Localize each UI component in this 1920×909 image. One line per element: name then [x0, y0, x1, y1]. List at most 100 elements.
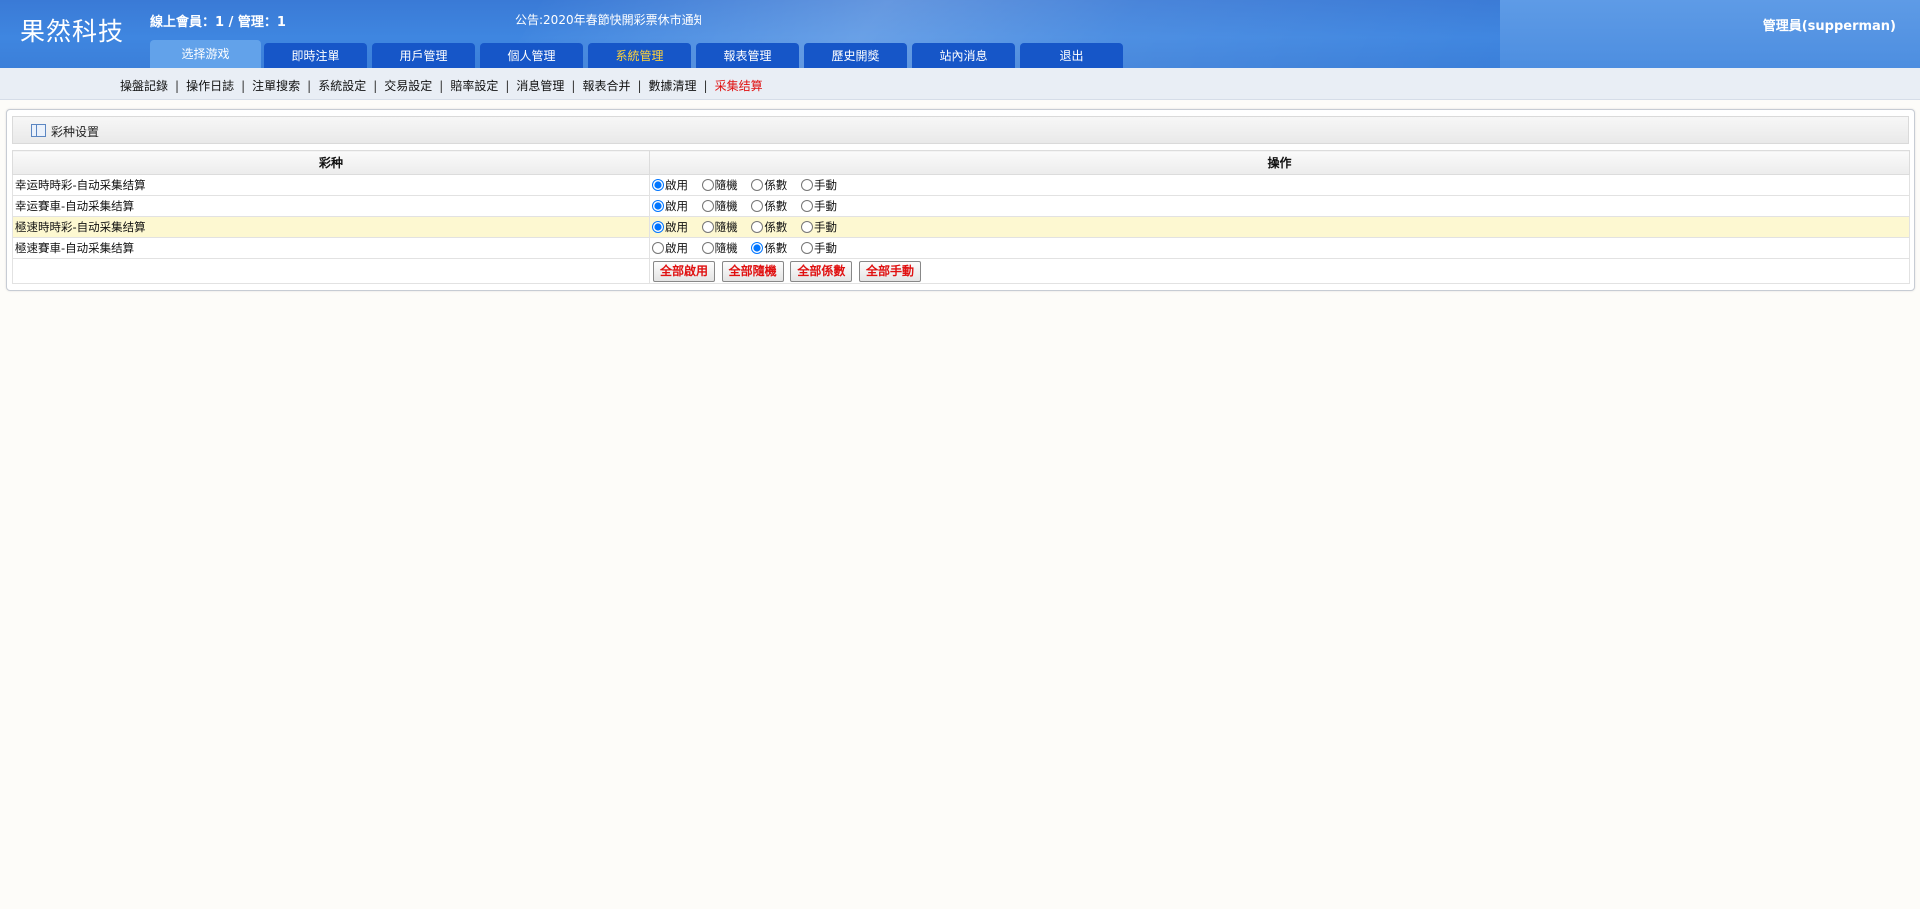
- lottery-name: 極速賽車-自动采集结算: [12, 237, 650, 259]
- option-label: 啟用: [665, 241, 688, 255]
- admin-user: 管理員(supperman): [1762, 19, 1896, 34]
- subnav-separator: |: [241, 79, 246, 93]
- option-group: 啟用 隨機 係數 手動: [649, 174, 1910, 196]
- radio-manual[interactable]: [800, 242, 813, 254]
- radio-random[interactable]: [701, 221, 714, 233]
- option-label: 手動: [813, 178, 837, 192]
- option-label: 係數: [764, 220, 788, 234]
- option-manual[interactable]: 手動: [800, 240, 837, 256]
- subnav-system-settings[interactable]: 系統設定: [318, 79, 366, 93]
- radio-coefficient[interactable]: [751, 200, 764, 212]
- subnav-separator: |: [637, 79, 642, 93]
- subnav-separator: |: [373, 79, 378, 93]
- tab-system-management[interactable]: 系統管理: [588, 43, 691, 68]
- option-label: 係數: [764, 178, 788, 192]
- radio-enable[interactable]: [652, 242, 664, 254]
- option-manual[interactable]: 手動: [800, 198, 837, 214]
- tab-logout[interactable]: 退出: [1020, 43, 1123, 68]
- subnav-bet-search[interactable]: 注單搜索: [252, 79, 300, 93]
- tab-site-messages[interactable]: 站內消息: [912, 43, 1015, 68]
- panel-title: 彩种设置: [51, 125, 100, 139]
- empty-cell: [12, 258, 650, 284]
- subnav-message-management[interactable]: 消息管理: [516, 79, 564, 93]
- option-enable[interactable]: 啟用: [652, 198, 688, 214]
- manual-all-button[interactable]: 全部手動: [859, 260, 922, 282]
- subnav-data-cleanup[interactable]: 數據清理: [649, 79, 697, 93]
- radio-random[interactable]: [701, 179, 714, 191]
- coefficient-all-button[interactable]: 全部係數: [790, 260, 853, 282]
- radio-enable[interactable]: [652, 200, 664, 212]
- tab-personal-management[interactable]: 個人管理: [480, 43, 583, 68]
- option-label: 隨機: [714, 241, 738, 255]
- option-manual[interactable]: 手動: [800, 219, 837, 235]
- radio-manual[interactable]: [800, 200, 813, 212]
- option-coefficient[interactable]: 係數: [751, 240, 787, 256]
- radio-random[interactable]: [701, 200, 714, 212]
- radio-coefficient[interactable]: [751, 179, 764, 191]
- radio-coefficient[interactable]: [751, 242, 764, 254]
- subnav-separator: |: [505, 79, 510, 93]
- option-coefficient[interactable]: 係數: [751, 177, 787, 193]
- option-label: 係數: [764, 199, 788, 213]
- lottery-settings-table: 彩种 操作 幸运時時彩-自动采集结算 啟用 隨機 係數 手動 幸运賽車-自动采集…: [12, 150, 1910, 284]
- tab-draw-history[interactable]: 歷史開獎: [804, 43, 907, 68]
- option-label: 隨機: [714, 199, 738, 213]
- subnav-separator: |: [703, 79, 708, 93]
- option-manual[interactable]: 手動: [800, 177, 837, 193]
- tab-select-game[interactable]: 选择游戏: [150, 40, 261, 68]
- subnav-trade-settings[interactable]: 交易設定: [384, 79, 432, 93]
- radio-enable[interactable]: [652, 221, 664, 233]
- subnav-separator: |: [439, 79, 444, 93]
- option-random[interactable]: 隨機: [701, 219, 738, 235]
- option-label: 手動: [813, 241, 837, 255]
- online-count: 線上會員：1 / 管理：1: [150, 15, 286, 30]
- notice-marquee[interactable]: 公告:2020年春節快開彩票休市通知: [515, 11, 701, 28]
- option-coefficient[interactable]: 係數: [751, 198, 787, 214]
- option-enable[interactable]: 啟用: [652, 240, 688, 256]
- table-row: 極速時時彩-自动采集结算 啟用 隨機 係數 手動: [12, 216, 1910, 238]
- bulk-actions: 全部啟用 全部隨機 全部係數 全部手動: [649, 258, 1910, 284]
- option-label: 隨機: [714, 220, 738, 234]
- radio-manual[interactable]: [800, 179, 813, 191]
- subnav-trading-log[interactable]: 操盤記錄: [120, 79, 168, 93]
- subnav-odds-settings[interactable]: 賠率設定: [450, 79, 498, 93]
- subnav-report-merge[interactable]: 報表合并: [582, 79, 630, 93]
- table-row-actions: 全部啟用 全部隨機 全部係數 全部手動: [12, 258, 1910, 284]
- radio-manual[interactable]: [800, 221, 813, 233]
- table-row: 幸运時時彩-自动采集结算 啟用 隨機 係數 手動: [12, 174, 1910, 196]
- lottery-name: 幸运時時彩-自动采集结算: [12, 174, 650, 196]
- option-group: 啟用 隨機 係數 手動: [649, 237, 1910, 259]
- logo: 果然科技: [20, 17, 125, 46]
- header-right-panel: [1500, 0, 1920, 68]
- enable-all-button[interactable]: 全部啟用: [653, 260, 716, 282]
- option-enable[interactable]: 啟用: [652, 219, 688, 235]
- column-header-operation: 操作: [649, 150, 1910, 175]
- option-random[interactable]: 隨機: [701, 198, 738, 214]
- subnav-collect-settle[interactable]: 采集结算: [715, 79, 763, 93]
- radio-random[interactable]: [701, 242, 714, 254]
- lottery-name: 幸运賽車-自动采集结算: [12, 195, 650, 217]
- option-group: 啟用 隨機 係數 手動: [649, 195, 1910, 217]
- tab-report-management[interactable]: 報表管理: [696, 43, 799, 68]
- radio-enable[interactable]: [652, 179, 664, 191]
- table-header-row: 彩种 操作: [12, 150, 1910, 175]
- option-coefficient[interactable]: 係數: [751, 219, 787, 235]
- option-random[interactable]: 隨機: [701, 177, 738, 193]
- column-header-lottery: 彩种: [12, 150, 650, 175]
- radio-coefficient[interactable]: [751, 221, 764, 233]
- subnav-separator: |: [307, 79, 312, 93]
- table-row: 幸运賽車-自动采集结算 啟用 隨機 係數 手動: [12, 195, 1910, 217]
- subnav-operation-log[interactable]: 操作日誌: [186, 79, 234, 93]
- random-all-button[interactable]: 全部隨機: [721, 260, 784, 282]
- lottery-name: 極速時時彩-自动采集结算: [12, 216, 650, 238]
- option-random[interactable]: 隨機: [701, 240, 738, 256]
- tab-live-bets[interactable]: 即時注單: [264, 43, 367, 68]
- tab-user-management[interactable]: 用戶管理: [372, 43, 475, 68]
- option-group: 啟用 隨機 係數 手動: [649, 216, 1910, 238]
- sub-nav-items: 操盤記錄 | 操作日誌 | 注單搜索 | 系統設定 | 交易設定 | 賠率設定 | 消息管理 | 報表合并 |…: [120, 77, 763, 94]
- option-enable[interactable]: 啟用: [652, 177, 688, 193]
- option-label: 隨機: [714, 178, 738, 192]
- option-label: 啟用: [665, 178, 688, 192]
- panel-header: 彩种设置: [12, 116, 1909, 144]
- lottery-settings-panel: 彩种设置 彩种 操作 幸运時時彩-自动采集结算 啟用 隨機 係數 手動 幸运賽車…: [6, 109, 1915, 291]
